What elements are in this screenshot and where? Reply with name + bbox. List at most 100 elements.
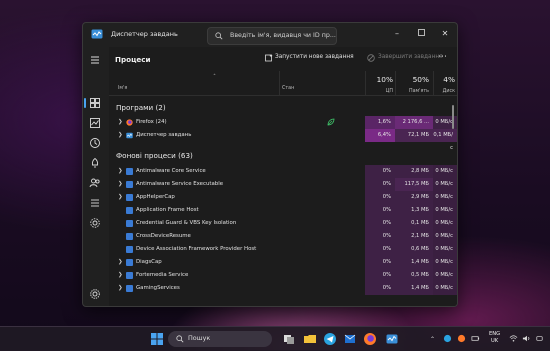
tray-app-icon[interactable] bbox=[443, 334, 452, 343]
process-row[interactable]: ❯ Firefox (24) 1,6% 2 176,6 ... 0 МБ/с bbox=[109, 116, 457, 129]
column-header-row: ˆ Ім'я Стан 10% ЦП 50% Пам'ять 4% Диск bbox=[109, 71, 457, 96]
wifi-icon[interactable] bbox=[509, 334, 518, 343]
search-input[interactable]: Введіть ім'я, видавця чи ID пр... bbox=[207, 27, 337, 45]
process-name: Application Frame Host bbox=[136, 207, 199, 213]
minimize-button[interactable]: – bbox=[387, 27, 407, 41]
expand-chevron-icon[interactable]: ❯ bbox=[118, 285, 123, 291]
memory-label: Пам'ять bbox=[409, 89, 429, 94]
tray-overflow-icon[interactable]: ⌃ bbox=[430, 336, 435, 343]
column-cpu-header[interactable]: 10% ЦП bbox=[357, 75, 393, 94]
users-icon[interactable] bbox=[89, 177, 101, 189]
disk-cell: 0 МБ/с bbox=[433, 282, 457, 295]
services-icon[interactable] bbox=[89, 217, 101, 229]
sidebar bbox=[83, 47, 109, 306]
process-row[interactable]: ❯ GamingServices 0% 1,4 МБ 0 МБ/с bbox=[109, 282, 457, 295]
task-manager-icon bbox=[126, 132, 133, 139]
process-row[interactable]: Application Frame Host 0% 1,3 МБ 0 МБ/с bbox=[109, 204, 457, 217]
battery-icon[interactable] bbox=[471, 334, 480, 343]
service-icon bbox=[126, 207, 133, 214]
hamburger-menu-icon[interactable] bbox=[89, 54, 101, 66]
tray-app-icon[interactable] bbox=[457, 334, 466, 343]
process-row[interactable]: ❯ Antimalware Service Executable 0% 117,… bbox=[109, 178, 457, 191]
expand-chevron-icon[interactable]: ❯ bbox=[118, 272, 123, 278]
column-divider bbox=[395, 71, 396, 95]
expand-chevron-icon[interactable]: ❯ bbox=[118, 119, 123, 125]
cpu-cell: 0% bbox=[365, 178, 395, 191]
close-button[interactable]: ✕ bbox=[435, 27, 455, 41]
file-explorer-icon[interactable] bbox=[303, 332, 317, 346]
cpu-cell: 0% bbox=[365, 269, 395, 282]
start-button-icon[interactable] bbox=[150, 332, 164, 346]
details-icon[interactable] bbox=[89, 197, 101, 209]
toolbar: Процеси Запустити нове завдання Завершит… bbox=[109, 47, 457, 71]
search-placeholder: Введіть ім'я, видавця чи ID пр... bbox=[230, 32, 336, 39]
cpu-cell: 0% bbox=[365, 191, 395, 204]
process-row[interactable]: Device Association Framework Provider Ho… bbox=[109, 243, 457, 256]
app-history-icon[interactable] bbox=[89, 137, 101, 149]
outlook-icon[interactable] bbox=[343, 332, 357, 346]
cpu-cell: 0% bbox=[365, 217, 395, 230]
taskbar-search[interactable]: Пошук bbox=[168, 331, 272, 347]
memory-cell: 72,1 МБ bbox=[395, 129, 433, 142]
column-name-header[interactable]: Ім'я bbox=[118, 86, 127, 91]
processes-icon[interactable] bbox=[89, 97, 101, 109]
disk-total: 4% bbox=[443, 75, 455, 84]
column-memory-header[interactable]: 50% Пам'ять bbox=[393, 75, 429, 94]
task-view-icon[interactable] bbox=[282, 332, 296, 346]
title-bar: Диспетчер завдань Введіть ім'я, видавця … bbox=[83, 23, 457, 47]
column-disk-header[interactable]: 4% Диск bbox=[427, 75, 455, 94]
processes-panel: Процеси Запустити нове завдання Завершит… bbox=[109, 47, 457, 306]
process-row[interactable]: ❯ DiagsCap 0% 1,4 МБ 0 МБ/с bbox=[109, 256, 457, 269]
volume-icon[interactable] bbox=[522, 334, 531, 343]
cpu-cell: 1,6% bbox=[365, 116, 395, 129]
process-name: Firefox (24) bbox=[136, 119, 167, 125]
memory-cell: 0,6 МБ bbox=[395, 243, 433, 256]
process-name: Antimalware Service Executable bbox=[136, 181, 224, 187]
column-status-header[interactable]: Стан bbox=[282, 86, 294, 91]
process-row[interactable]: Credential Guard & VBS Key Isolation 0% … bbox=[109, 217, 457, 230]
background-group-title: Фонові процеси (63) bbox=[116, 151, 193, 160]
process-row[interactable]: ❯ AppHelperCap 0% 2,9 МБ 0 МБ/с bbox=[109, 191, 457, 204]
cpu-cell: 0% bbox=[365, 165, 395, 178]
language-code: ENG bbox=[489, 331, 501, 337]
end-task-button[interactable]: Завершити завдання bbox=[378, 54, 443, 60]
memory-cell: 1,4 МБ bbox=[395, 256, 433, 269]
memory-cell: 2,8 МБ bbox=[395, 165, 433, 178]
maximize-icon bbox=[417, 29, 425, 36]
more-options-button[interactable]: ⋯ bbox=[438, 52, 447, 62]
service-icon bbox=[126, 220, 133, 227]
service-icon bbox=[126, 259, 133, 266]
language-indicator[interactable]: ENG UK bbox=[489, 331, 500, 345]
firefox-taskbar-icon[interactable] bbox=[363, 332, 377, 346]
maximize-button[interactable] bbox=[411, 27, 431, 41]
performance-icon[interactable] bbox=[89, 117, 101, 129]
disk-cell: 0 МБ/с bbox=[433, 269, 457, 282]
memory-cell: 1,4 МБ bbox=[395, 282, 433, 295]
process-row[interactable]: ❯ Fortemedia Service 0% 0,5 МБ 0 МБ/с bbox=[109, 269, 457, 282]
memory-cell: 2,9 МБ bbox=[395, 191, 433, 204]
expand-chevron-icon[interactable]: ❯ bbox=[118, 194, 123, 200]
process-row[interactable]: ❯ Диспетчер завдань 6,4% 72,1 МБ 0,1 МБ/… bbox=[109, 129, 457, 151]
telegram-icon[interactable] bbox=[323, 332, 337, 346]
run-new-task-button[interactable]: Запустити нове завдання bbox=[275, 54, 354, 60]
process-name: DiagsCap bbox=[136, 259, 162, 265]
expand-chevron-icon[interactable]: ❯ bbox=[118, 181, 123, 187]
settings-gear-icon[interactable] bbox=[89, 288, 101, 300]
process-name: Antimalware Core Service bbox=[136, 168, 206, 174]
scrollbar-thumb[interactable] bbox=[452, 105, 454, 129]
expand-chevron-icon[interactable]: ❯ bbox=[118, 132, 123, 138]
process-row[interactable]: ❯ Antimalware Core Service 0% 2,8 МБ 0 М… bbox=[109, 165, 457, 178]
task-manager-window: Диспетчер завдань Введіть ім'я, видавця … bbox=[82, 22, 458, 307]
task-manager-taskbar-icon[interactable] bbox=[385, 332, 399, 346]
cpu-cell: 0% bbox=[365, 256, 395, 269]
power-icon[interactable] bbox=[535, 334, 544, 343]
service-icon bbox=[126, 194, 133, 201]
column-divider bbox=[433, 71, 434, 95]
column-divider bbox=[365, 71, 366, 95]
service-icon bbox=[126, 272, 133, 279]
process-row[interactable]: CrossDeviceResume 0% 2,1 МБ 0 МБ/с bbox=[109, 230, 457, 243]
expand-chevron-icon[interactable]: ❯ bbox=[118, 259, 123, 265]
expand-chevron-icon[interactable]: ❯ bbox=[118, 168, 123, 174]
startup-apps-icon[interactable] bbox=[89, 157, 101, 169]
process-name: Диспетчер завдань bbox=[136, 132, 192, 138]
